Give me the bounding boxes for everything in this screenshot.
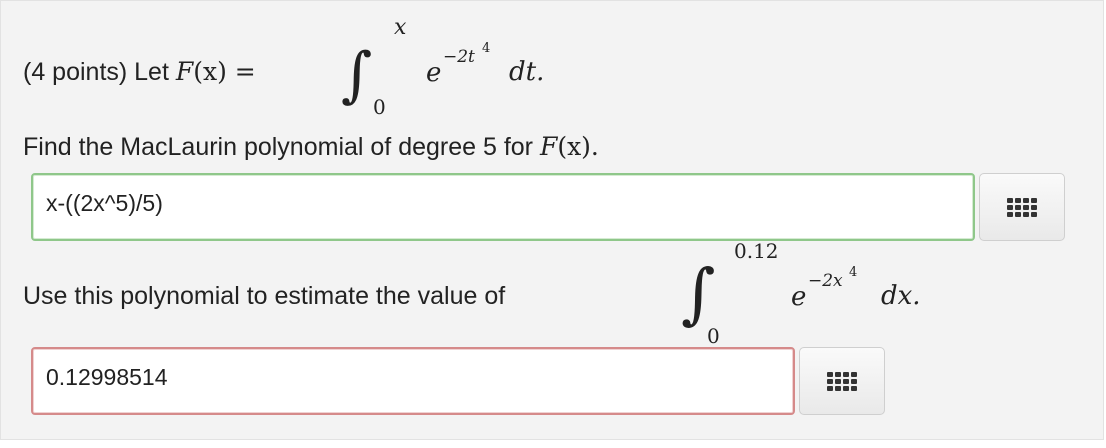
problem-panel: (4 points) Let F(x) = ∫ x 0 e −2t 4 dt. …: [0, 0, 1104, 440]
upper-limit-2: 0.12: [734, 239, 779, 263]
answer-input-2[interactable]: 0.12998514: [31, 347, 795, 415]
lower-limit-2: 0: [707, 324, 720, 348]
keypad-button-2[interactable]: [799, 347, 885, 415]
integrand-base-2: e: [791, 282, 807, 312]
function-name: F: [175, 57, 194, 86]
integral-sign: ∫: [341, 40, 373, 110]
estimate-text: Use this polynomial to estimate the valu…: [23, 282, 506, 310]
upper-limit: x: [394, 15, 407, 40]
estimate-instruction: Use this polynomial to estimate the valu…: [23, 281, 505, 311]
instruction-text: Find the MacLaurin polynomial of degree …: [23, 132, 599, 162]
differential: dt.: [509, 57, 545, 87]
instruction-lead: Find the MacLaurin polynomial of degree …: [23, 133, 540, 161]
integrand-exponent: −2t: [443, 47, 475, 67]
keypad-button-1[interactable]: [979, 173, 1065, 241]
function-arg: (x) =: [193, 57, 256, 86]
keypad-grid-icon: [1007, 197, 1037, 217]
integrand-exponent-2: −2x: [808, 271, 843, 291]
points-lead: (4 points) Let: [23, 58, 176, 86]
function-arg-2: (x).: [557, 132, 599, 161]
differential-2: dx.: [881, 281, 921, 311]
function-name-2: F: [539, 132, 558, 161]
integrand-base: e: [426, 58, 442, 88]
answer-value-2: 0.12998514: [46, 364, 168, 390]
problem-statement: (4 points) Let F(x) =: [23, 57, 256, 87]
answer-value-1: x-((2x^5)/5): [46, 190, 163, 216]
keypad-grid-icon: [827, 371, 857, 391]
answer-input-1[interactable]: x-((2x^5)/5): [31, 173, 975, 241]
lower-limit: 0: [373, 95, 386, 119]
integrand-exponent-power-2: 4: [849, 265, 858, 280]
integrand-exponent-power: 4: [482, 41, 491, 56]
